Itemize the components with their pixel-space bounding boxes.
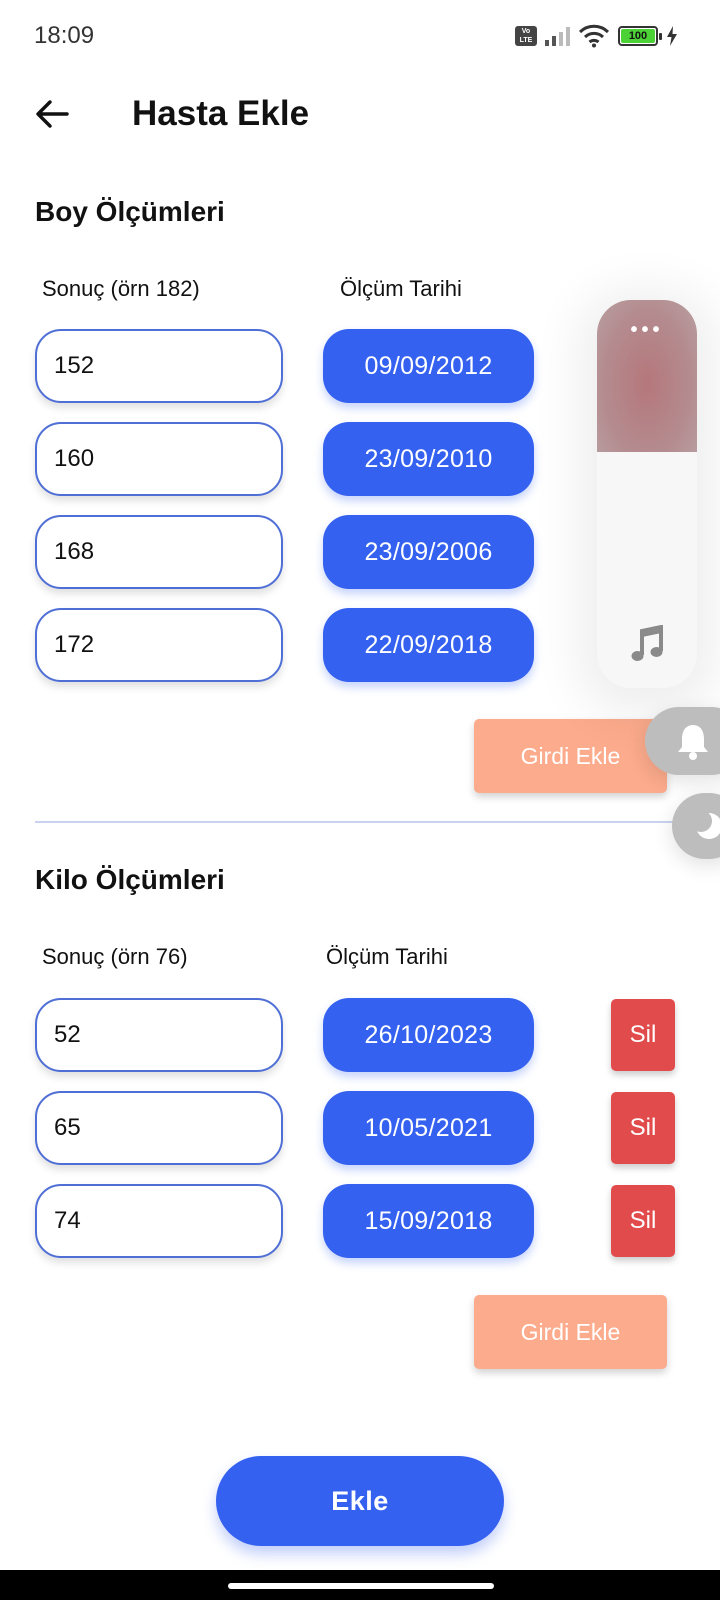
- arrow-left-icon: [36, 100, 69, 128]
- music-note-icon: [631, 625, 663, 661]
- wifi-icon: [578, 24, 610, 48]
- volume-slider[interactable]: •••: [597, 300, 697, 688]
- ring-mode-button[interactable]: [645, 707, 720, 775]
- app-header: Hasta Ekle: [0, 72, 720, 162]
- moon-icon: [692, 810, 720, 839]
- volte-icon: Vo LTE: [515, 26, 537, 46]
- more-options-icon[interactable]: •••: [597, 320, 697, 340]
- charging-icon: [667, 26, 677, 46]
- status-bar: 18:09 Vo LTE 100: [0, 0, 720, 72]
- height-date-button[interactable]: 23/09/2006: [323, 515, 534, 589]
- weight-add-entry-button[interactable]: Girdi Ekle: [474, 1295, 667, 1369]
- status-time: 18:09: [34, 22, 95, 49]
- system-nav-bar: [0, 1570, 720, 1600]
- delete-button[interactable]: Sil: [611, 1092, 675, 1164]
- section-divider: [35, 821, 680, 823]
- weight-value-input[interactable]: [35, 998, 283, 1072]
- bell-icon: [678, 725, 708, 760]
- weight-value-label: Sonuç (örn 76): [42, 944, 188, 969]
- height-date-label: Ölçüm Tarihi: [340, 276, 462, 301]
- page-title: Hasta Ekle: [132, 94, 310, 133]
- weight-value-input[interactable]: [35, 1184, 283, 1258]
- delete-button[interactable]: Sil: [611, 1185, 675, 1257]
- height-section-title: Boy Ölçümleri: [35, 196, 225, 227]
- weight-date-button[interactable]: 15/09/2018: [323, 1184, 534, 1258]
- battery-level: 100: [621, 29, 655, 43]
- home-indicator[interactable]: [228, 1583, 494, 1589]
- delete-button[interactable]: Sil: [611, 999, 675, 1071]
- height-add-entry-button[interactable]: Girdi Ekle: [474, 719, 667, 793]
- submit-button[interactable]: Ekle: [216, 1456, 504, 1546]
- weight-section-title: Kilo Ölçümleri: [35, 864, 225, 895]
- battery-icon: 100: [618, 26, 662, 46]
- back-button[interactable]: [30, 92, 74, 136]
- height-date-button[interactable]: 09/09/2012: [323, 329, 534, 403]
- height-date-button[interactable]: 23/09/2010: [323, 422, 534, 496]
- height-value-input[interactable]: [35, 515, 283, 589]
- weight-date-button[interactable]: 26/10/2023: [323, 998, 534, 1072]
- height-value-input[interactable]: [35, 608, 283, 682]
- height-value-label: Sonuç (örn 182): [42, 276, 200, 301]
- status-icons: Vo LTE 100: [515, 24, 678, 48]
- height-value-input[interactable]: [35, 329, 283, 403]
- weight-date-label: Ölçüm Tarihi: [326, 944, 448, 969]
- height-date-button[interactable]: 22/09/2018: [323, 608, 534, 682]
- do-not-disturb-button[interactable]: [672, 793, 720, 859]
- weight-date-button[interactable]: 10/05/2021: [323, 1091, 534, 1165]
- signal-icon: [545, 26, 570, 46]
- weight-value-input[interactable]: [35, 1091, 283, 1165]
- height-value-input[interactable]: [35, 422, 283, 496]
